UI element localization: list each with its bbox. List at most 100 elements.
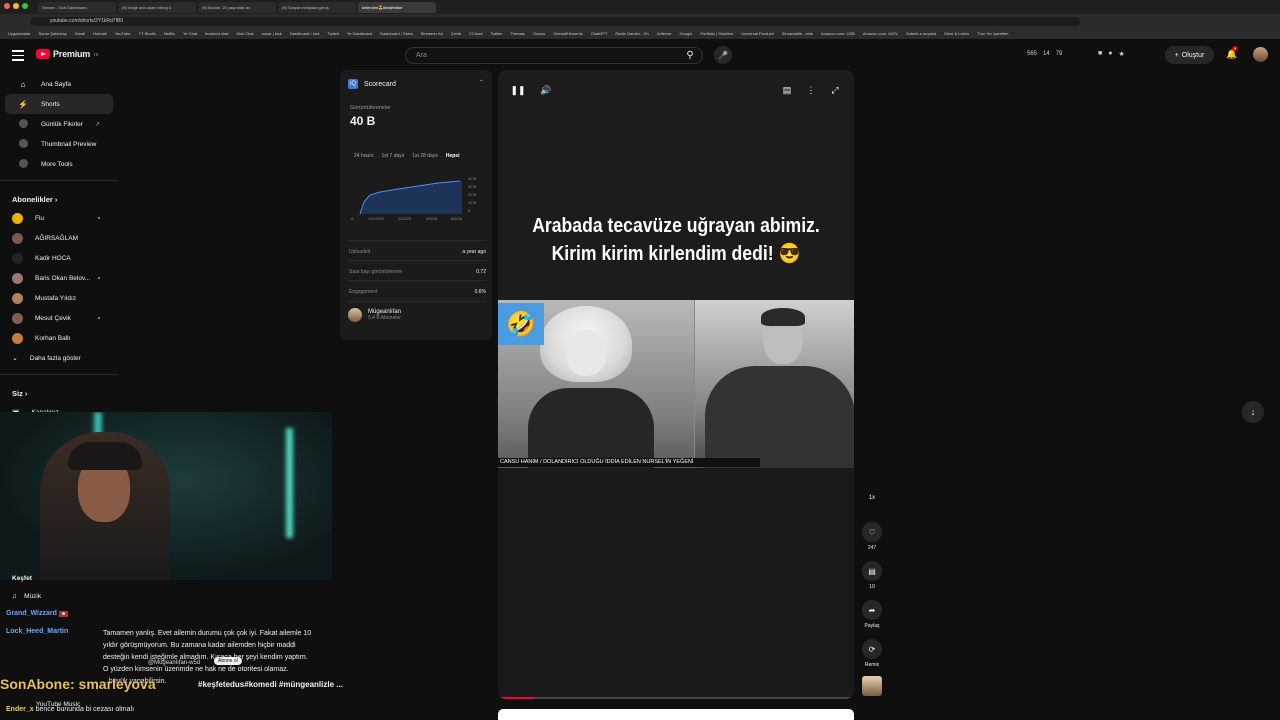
next-short-preview <box>498 709 854 720</box>
bookmark-item[interactable]: ChatGPT <box>591 31 608 36</box>
bookmark-item[interactable]: Netflix <box>164 31 175 36</box>
show-more-button[interactable]: ⌄ Daha fazla göster <box>0 348 108 368</box>
menu-icon[interactable] <box>12 50 24 61</box>
browser-tab[interactable]: (6) müge anlı adam fıtkraj ü <box>118 1 196 13</box>
speed-indicator[interactable]: 1x <box>860 492 884 501</box>
pause-icon[interactable]: ❚❚ <box>510 82 526 98</box>
comments-button[interactable]: ▤ 10 <box>860 561 884 590</box>
captions-icon[interactable]: ▤ <box>779 82 795 98</box>
bookmark-item[interactable]: YT Studio <box>138 31 156 36</box>
video-description: #keşfetedus#komedi #müngeanlizle ... <box>198 680 343 689</box>
bookmark-item[interactable]: Ye Dashboard <box>347 31 372 36</box>
sidebar-item-shorts[interactable]: ⚡ Shorts <box>5 94 113 114</box>
channel-avatar <box>12 292 23 304</box>
sidebar-item-more-tools[interactable]: More Tools <box>5 154 113 174</box>
subscription-label: Baris Okan Belov... <box>35 274 91 282</box>
browser-tab[interactable]: (6) Sosyal medyada görüş <box>278 1 356 13</box>
divider <box>348 280 486 281</box>
subscription-item[interactable]: Flu <box>0 208 108 228</box>
bookmark-item[interactable]: Threads <box>510 31 525 36</box>
more-options-icon[interactable]: ⋮ <box>803 82 819 98</box>
you-heading[interactable]: Siz › <box>0 381 120 402</box>
bookmark-item[interactable]: Twitter <box>490 31 502 36</box>
bookmark-item[interactable]: featured chat <box>205 31 228 36</box>
bookmark-item[interactable]: Streamable - vide <box>782 31 813 36</box>
bookmark-item[interactable]: CCloud <box>469 31 482 36</box>
extension-icon[interactable]: ● <box>1108 50 1112 58</box>
bookmark-item[interactable]: Twitch <box>328 31 339 36</box>
subscription-item[interactable]: Baris Okan Belov... <box>0 268 108 288</box>
mic-icon[interactable]: 🎤 <box>714 46 732 64</box>
bell-icon[interactable]: 🔔 9 <box>1226 46 1239 60</box>
bookmark-item[interactable]: Adfense <box>657 31 672 36</box>
chart-tick: 40 B <box>468 176 477 181</box>
bookmark-item[interactable]: Çeviri <box>451 31 461 36</box>
chart-tick: 20 B <box>468 192 477 197</box>
share-label: Paylaş <box>864 623 880 629</box>
subscription-item[interactable]: Korhan Ballı <box>0 328 108 348</box>
logo-text: Premium <box>53 49 91 59</box>
subscribe-chip[interactable]: Abone ol <box>214 657 242 665</box>
bookmark-item[interactable]: Gmail <box>75 31 85 36</box>
bookmark-item[interactable]: Universal Producti <box>741 31 773 36</box>
fullscreen-icon[interactable]: ⤢ <box>827 82 843 98</box>
subscription-item[interactable]: Kadir HOCA <box>0 248 108 268</box>
explore-heading[interactable]: Keşfet <box>12 575 32 582</box>
shorts-player[interactable]: ❚❚ 🔊 ▤ ⋮ ⤢ Arabada tecavüze uğrayan abim… <box>498 70 854 699</box>
bookmark-item[interactable]: Portfolio | Shutters <box>700 31 733 36</box>
sidebar-item-music[interactable]: ♫ Müzik <box>12 593 41 600</box>
bookmark-item[interactable]: Dashboard / Strea <box>380 31 412 36</box>
share-button[interactable]: ➦ Paylaş <box>860 600 884 629</box>
bookmark-item[interactable]: Ozzius <box>533 31 545 36</box>
bookmark-item[interactable]: Hotmail <box>93 31 107 36</box>
like-button[interactable]: ♡ 247 <box>860 522 884 551</box>
channel-info[interactable]: Mügeanlıfan 5,4 B Aboneler <box>348 308 401 322</box>
sound-thumbnail[interactable] <box>860 676 884 696</box>
sidebar-item-thumbnail-preview[interactable]: Thumbnail Preview <box>5 134 113 154</box>
bookmark-item[interactable]: Google <box>679 31 692 36</box>
tab-all[interactable]: Hepsi <box>446 153 460 159</box>
subscription-item[interactable]: AĞIRSAĞLAM <box>0 228 108 248</box>
bookmark-item[interactable]: Amazon.com: KIOV <box>863 31 898 36</box>
bookmark-item[interactable]: sonar | kick <box>262 31 282 36</box>
sidebar-item-home[interactable]: ⌂ Ana Sayfa <box>5 74 113 94</box>
youtube-logo[interactable]: Premium TR <box>36 49 98 59</box>
tab-24h[interactable]: 24 hours <box>354 153 373 159</box>
chart-tick: 11/3/25 <box>398 216 412 221</box>
bookmark-item[interactable]: Submit a request <box>906 31 936 36</box>
extension-icon[interactable]: ■ <box>1098 50 1102 58</box>
browser-tab-active[interactable]: kirlendim😎#keşfet#ke <box>358 1 436 13</box>
collapse-icon[interactable]: ⌃ <box>479 79 484 86</box>
bookmark-item[interactable]: StreamElements <box>553 31 583 36</box>
bookmark-item[interactable]: Amazon.com: USB <box>821 31 855 36</box>
search-icon[interactable]: ⚲ <box>676 47 704 64</box>
url-field[interactable]: youtube.com/shorts/2Y1kRd7IB0 <box>30 16 1080 26</box>
bookmark-item[interactable]: Drive & Listen <box>944 31 969 36</box>
subscription-item[interactable]: Mesut Çevik <box>0 308 108 328</box>
extension-icon[interactable]: ★ <box>1118 50 1124 58</box>
remix-button[interactable]: ⟳ Remix <box>860 639 884 668</box>
browser-tab[interactable]: (6) Atıcam, 20 yaşındaki av <box>198 1 276 13</box>
bookmark-item[interactable]: YouTube <box>115 31 131 36</box>
arrow-down-icon[interactable]: ↓ <box>1242 401 1264 423</box>
avatar[interactable] <box>1253 47 1268 62</box>
create-button[interactable]: + Oluştur <box>1165 46 1214 64</box>
browser-tab[interactable]: Stream - Kick Dashboard <box>38 1 116 13</box>
tab-7d[interactable]: 1st 7 days <box>381 153 404 159</box>
bookmark-item[interactable]: Uygulamalar <box>8 31 30 36</box>
bookmark-item[interactable]: Ye Chat <box>183 31 197 36</box>
bookmark-item[interactable]: Dashboard / kick <box>290 31 320 36</box>
window-controls[interactable] <box>4 3 28 9</box>
progress-bar[interactable] <box>498 697 854 699</box>
volume-icon[interactable]: 🔊 <box>538 82 554 98</box>
bookmark-item[interactable]: Sonar Şahinkay <box>38 31 66 36</box>
bookmark-item[interactable]: Kick Chat <box>237 31 254 36</box>
subscription-item[interactable]: Mustafa Yıldız <box>0 288 108 308</box>
sidebar-item-gunluk-fikirler[interactable]: Günlük Fikirler ↗ <box>5 114 113 134</box>
subscriptions-heading[interactable]: Abonelikler › <box>0 187 120 208</box>
search-input[interactable]: Ara <box>405 47 703 64</box>
bookmark-item[interactable]: Radio Garden - Kh <box>615 31 648 36</box>
tab-28d[interactable]: 1st 28 days <box>412 153 438 159</box>
bookmark-item[interactable]: Tüm Yer İşaretleri <box>977 31 1008 36</box>
bookmark-item[interactable]: Streamer Ad <box>421 31 443 36</box>
